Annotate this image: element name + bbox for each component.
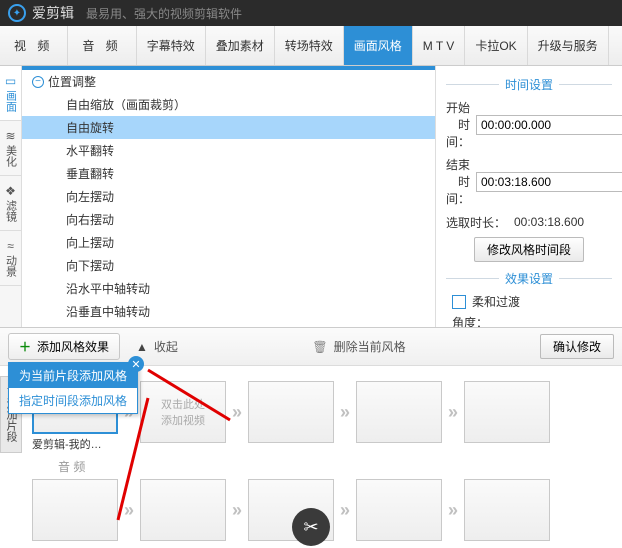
effect-list-item[interactable]: 自由缩放（画面裁剪） bbox=[22, 93, 435, 116]
app-subtitle: 最易用、强大的视频剪辑软件 bbox=[86, 5, 242, 22]
effect-list-item[interactable]: 向下摆动 bbox=[22, 254, 435, 277]
filter-icon: ❖ bbox=[5, 184, 16, 198]
clip-thumb-empty[interactable] bbox=[356, 381, 442, 443]
effect-list-item[interactable]: 水平翻转 bbox=[22, 139, 435, 162]
effect-list-item[interactable]: 水平倾斜 bbox=[22, 323, 435, 327]
settings-pane: 时间设置 开始时间： 结束时间： 选取时长： 00:03:18.600 修改风格… bbox=[436, 66, 622, 327]
collapse-button[interactable]: ▲ 收起 bbox=[136, 338, 178, 355]
context-item-current-clip[interactable]: 为当前片段添加风格 bbox=[9, 363, 137, 388]
tab-subtitle[interactable]: 字幕特效 bbox=[137, 26, 206, 65]
checkbox-icon bbox=[452, 295, 466, 309]
sidenav-filter[interactable]: ❖滤镜 bbox=[0, 176, 21, 231]
modify-time-button[interactable]: 修改风格时间段 bbox=[474, 237, 584, 262]
audio-thumb-empty[interactable] bbox=[32, 479, 118, 541]
add-style-button[interactable]: ＋ 添加风格效果 bbox=[8, 333, 120, 360]
effect-list-item[interactable]: 向左摆动 bbox=[22, 185, 435, 208]
clip-caption: 爱剪辑-我的… bbox=[32, 436, 118, 452]
soft-transition-checkbox[interactable]: 柔和过渡 bbox=[452, 293, 612, 310]
effect-list-item[interactable]: 向右摆动 bbox=[22, 208, 435, 231]
style-toolbar: ＋ 添加风格效果 ▲ 收起 🗑 删除当前风格 确认修改 bbox=[0, 328, 622, 366]
scissors-fab-icon[interactable]: ✂ bbox=[292, 508, 330, 546]
start-time-label: 开始时间： bbox=[446, 99, 470, 150]
collapse-icon[interactable]: − bbox=[32, 76, 44, 88]
effect-list-item[interactable]: 沿垂直中轴转动 bbox=[22, 300, 435, 323]
effect-list-pane: − 位置调整 自由缩放（画面裁剪）自由旋转水平翻转垂直翻转向左摆动向右摆动向上摆… bbox=[22, 66, 436, 327]
beautify-icon: ≋ bbox=[5, 129, 15, 143]
end-time-input[interactable] bbox=[476, 172, 622, 192]
soft-transition-label: 柔和过渡 bbox=[472, 293, 520, 310]
end-time-label: 结束时间： bbox=[446, 156, 470, 207]
duration-label: 选取时长： bbox=[446, 214, 506, 231]
duration-value: 00:03:18.600 bbox=[512, 213, 612, 231]
app-logo-icon: ✦ bbox=[8, 4, 26, 22]
tab-mtv[interactable]: M T V bbox=[413, 26, 466, 65]
tab-upgrade[interactable]: 升级与服务 bbox=[528, 26, 609, 65]
chevron-right-icon: » bbox=[448, 500, 458, 521]
audio-track-label: 音 频 bbox=[58, 458, 614, 475]
chevron-right-icon: » bbox=[124, 500, 134, 521]
audio-thumb-empty[interactable] bbox=[356, 479, 442, 541]
start-time-input[interactable] bbox=[476, 115, 622, 135]
tab-audio[interactable]: 音 频 bbox=[68, 26, 136, 65]
context-item-time-range[interactable]: 指定时间段添加风格 bbox=[9, 388, 137, 413]
tab-style[interactable]: 画面风格 bbox=[344, 26, 413, 65]
confirm-button[interactable]: 确认修改 bbox=[540, 334, 614, 359]
effect-group-header[interactable]: − 位置调整 bbox=[22, 70, 435, 93]
trash-icon: 🗑 bbox=[312, 340, 327, 354]
frame-icon: ▭ bbox=[5, 74, 16, 88]
sidenav-frame[interactable]: ▭画面 bbox=[0, 66, 21, 121]
clip-thumb-empty[interactable] bbox=[464, 381, 550, 443]
delete-style-button[interactable]: 🗑 删除当前风格 bbox=[312, 338, 405, 355]
chevron-right-icon: » bbox=[340, 402, 350, 423]
sidenav-motion[interactable]: ≈动景 bbox=[0, 231, 21, 286]
angle-label: 角度： bbox=[452, 314, 612, 327]
chevron-right-icon: » bbox=[340, 500, 350, 521]
audio-thumb-empty[interactable] bbox=[464, 479, 550, 541]
chevron-right-icon: » bbox=[232, 402, 242, 423]
clip-thumb-empty[interactable]: 双击此处添加视频 bbox=[140, 381, 226, 443]
tab-karaoke[interactable]: 卡拉OK bbox=[465, 26, 527, 65]
effect-list-item[interactable]: 垂直翻转 bbox=[22, 162, 435, 185]
category-side-nav: ▭画面 ≋美化 ❖滤镜 ≈动景 bbox=[0, 66, 22, 327]
effect-list-item[interactable]: 向上摆动 bbox=[22, 231, 435, 254]
effect-group-title: 位置调整 bbox=[48, 73, 96, 90]
tab-video[interactable]: 视 频 bbox=[0, 26, 68, 65]
effect-list-item[interactable]: 沿水平中轴转动 bbox=[22, 277, 435, 300]
close-icon[interactable]: ✕ bbox=[128, 356, 144, 372]
chevron-up-icon: ▲ bbox=[136, 340, 148, 354]
clip-thumb-empty[interactable] bbox=[248, 381, 334, 443]
time-section-title: 时间设置 bbox=[446, 76, 612, 93]
sidenav-beautify[interactable]: ≋美化 bbox=[0, 121, 21, 176]
plus-icon: ＋ bbox=[19, 338, 31, 355]
motion-icon: ≈ bbox=[7, 239, 14, 253]
app-name: 爱剪辑 bbox=[32, 3, 74, 23]
add-style-context-menu: ✕ 为当前片段添加风格 指定时间段添加风格 bbox=[8, 362, 138, 414]
tab-transition[interactable]: 转场特效 bbox=[275, 26, 344, 65]
audio-thumb-empty[interactable] bbox=[140, 479, 226, 541]
effect-list-item[interactable]: 自由旋转 bbox=[22, 116, 435, 139]
main-tab-bar: 视 频 音 频 字幕特效 叠加素材 转场特效 画面风格 M T V 卡拉OK 升… bbox=[0, 26, 622, 66]
tab-overlay[interactable]: 叠加素材 bbox=[206, 26, 275, 65]
effect-section-title: 效果设置 bbox=[446, 270, 612, 287]
title-bar: ✦ 爱剪辑 最易用、强大的视频剪辑软件 bbox=[0, 0, 622, 26]
chevron-right-icon: » bbox=[232, 500, 242, 521]
app-logo-wrap: ✦ 爱剪辑 bbox=[8, 3, 74, 23]
chevron-right-icon: » bbox=[448, 402, 458, 423]
